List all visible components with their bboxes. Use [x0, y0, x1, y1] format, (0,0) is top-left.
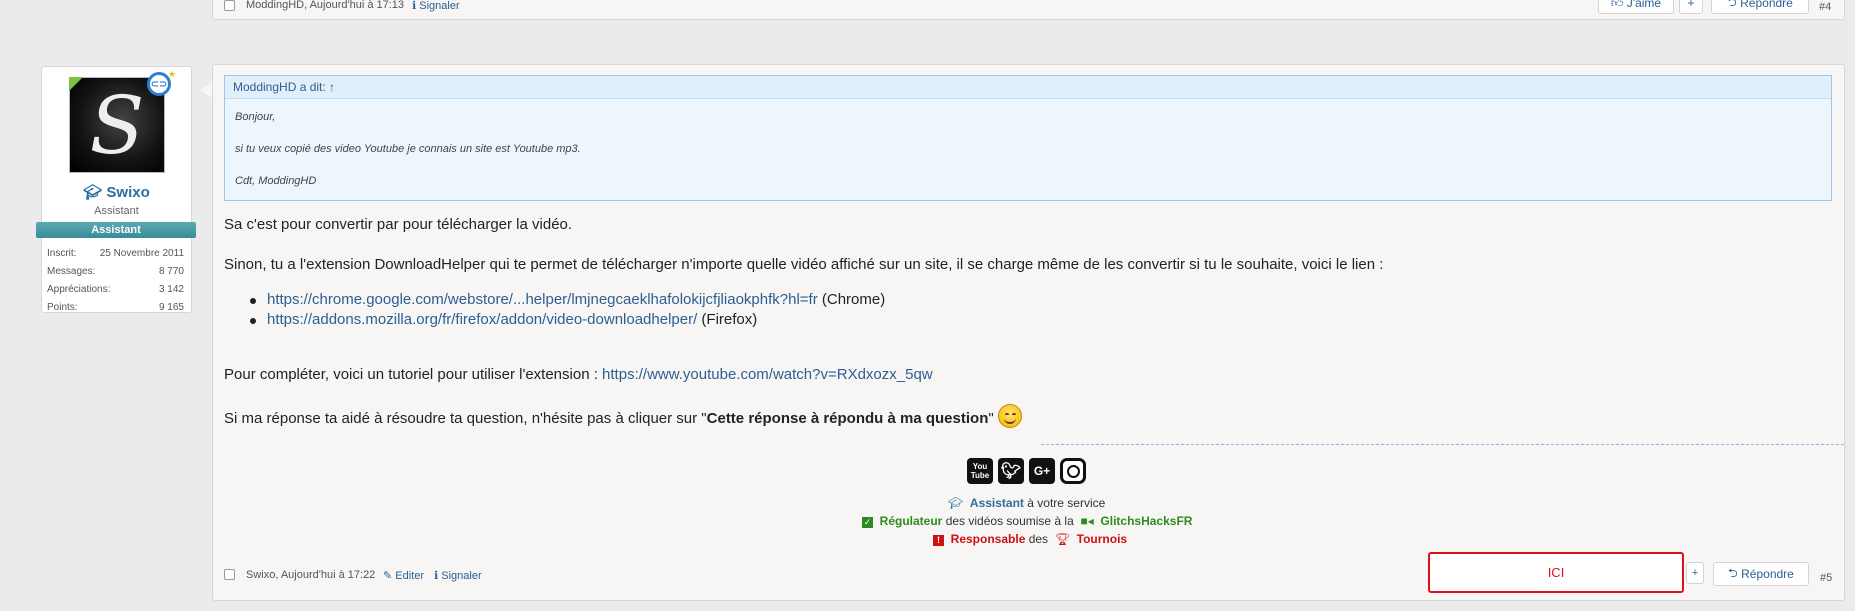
- pencil-icon: ✎: [383, 570, 393, 582]
- message-paragraph: Si ma réponse ta aidé à résoudre ta ques…: [224, 410, 994, 427]
- alert-icon: !: [933, 535, 944, 546]
- post-number: #4: [1819, 1, 1832, 13]
- ici-button[interactable]: ICI: [1428, 552, 1684, 593]
- multiquote-button[interactable]: +: [1679, 0, 1703, 14]
- avatar-letter: S: [89, 78, 145, 172]
- youtube-icon[interactable]: You Tube: [967, 458, 993, 484]
- like-button[interactable]: 👍︎ J'aime: [1598, 0, 1674, 14]
- graduation-cap-icon: 🎓︎: [83, 184, 103, 201]
- select-post-checkbox[interactable]: [224, 569, 235, 580]
- reply-button[interactable]: ⮌ Répondre: [1711, 0, 1809, 14]
- message-paragraph: Pour compléter, voici un tutoriel pour u…: [224, 366, 933, 383]
- post-number: #5: [1820, 572, 1833, 584]
- username[interactable]: 🎓︎ Swixo: [42, 183, 191, 201]
- online-indicator-icon: [69, 77, 83, 91]
- google-plus-icon[interactable]: G+: [1029, 458, 1055, 484]
- video-camera-icon: ■◂: [1080, 514, 1094, 528]
- instagram-icon[interactable]: [1060, 458, 1086, 484]
- star-icon: ★: [168, 69, 177, 79]
- quote-line: si tu veux copié des video Youtube je co…: [235, 143, 581, 155]
- message-paragraph: Sinon, tu a l'extension DownloadHelper q…: [224, 256, 1384, 273]
- info-icon: ℹ: [412, 0, 417, 12]
- thumbs-up-icon: 👍︎: [1610, 0, 1624, 10]
- signature-line: ✓ Régulateur des vidéos soumise à la ■◂ …: [862, 514, 1193, 528]
- quote-block: ModdingHD a dit: ↑ Bonjour, si tu veux c…: [224, 75, 1832, 201]
- reply-arrow-icon: ⮌: [1727, 0, 1737, 9]
- reply-arrow-icon: ⮌: [1728, 565, 1738, 580]
- reply-button[interactable]: ⮌ Répondre: [1713, 562, 1809, 586]
- stat-likes: Appréciations: 3 142: [47, 284, 184, 295]
- report-link[interactable]: ℹ Signaler: [434, 569, 482, 582]
- user-banner: Assistant: [36, 222, 196, 238]
- post-meta: Swixo, Aujourd'hui à 17:22: [246, 569, 376, 581]
- edit-link[interactable]: ✎ Editer: [383, 569, 424, 582]
- select-post-checkbox[interactable]: [224, 0, 235, 11]
- list-item: https://addons.mozilla.org/fr/firefox/ad…: [267, 311, 758, 328]
- stat-joined: Inscrit: 25 Novembre 2011: [47, 248, 184, 259]
- chrome-link[interactable]: https://chrome.google.com/webstore/...he…: [267, 291, 818, 308]
- bullet: [250, 298, 256, 304]
- graduation-cap-icon: 🎓︎: [948, 496, 964, 510]
- firefox-link[interactable]: https://addons.mozilla.org/fr/firefox/ad…: [267, 311, 697, 328]
- stat-messages[interactable]: Messages: 8 770: [47, 266, 184, 277]
- signature-line: 🎓︎ Assistant à votre service: [948, 496, 1106, 510]
- trophy-icon: 🏆︎: [1054, 532, 1070, 546]
- bullet: [250, 318, 256, 324]
- check-icon: ✓: [862, 517, 873, 528]
- multiquote-button[interactable]: +: [1686, 562, 1704, 584]
- stat-points[interactable]: Points: 9 165: [47, 302, 184, 313]
- quote-line: Bonjour,: [235, 111, 276, 123]
- signature-line: ! Responsable des 🏆︎ Tournois: [933, 532, 1127, 546]
- youtube-link[interactable]: https://www.youtube.com/watch?v=RXdxozx_…: [602, 366, 933, 383]
- message-paragraph: Sa c'est pour convertir par pour télécha…: [224, 216, 573, 233]
- twitter-icon[interactable]: 🐦︎: [998, 458, 1024, 484]
- info-icon: ℹ: [434, 570, 439, 582]
- quote-header[interactable]: ModdingHD a dit: ↑: [225, 76, 1831, 99]
- signature-divider: [1041, 444, 1844, 445]
- card-arrow: [200, 82, 212, 98]
- user-title: Assistant: [94, 205, 139, 217]
- smile-icon: [998, 404, 1022, 428]
- quote-line: Cdt, ModdingHD: [235, 175, 317, 187]
- post-meta: ModdingHD, Aujourd'hui à 17:13: [246, 0, 405, 11]
- list-item: https://chrome.google.com/webstore/...he…: [267, 291, 886, 308]
- report-link[interactable]: ℹ Signaler: [412, 0, 460, 12]
